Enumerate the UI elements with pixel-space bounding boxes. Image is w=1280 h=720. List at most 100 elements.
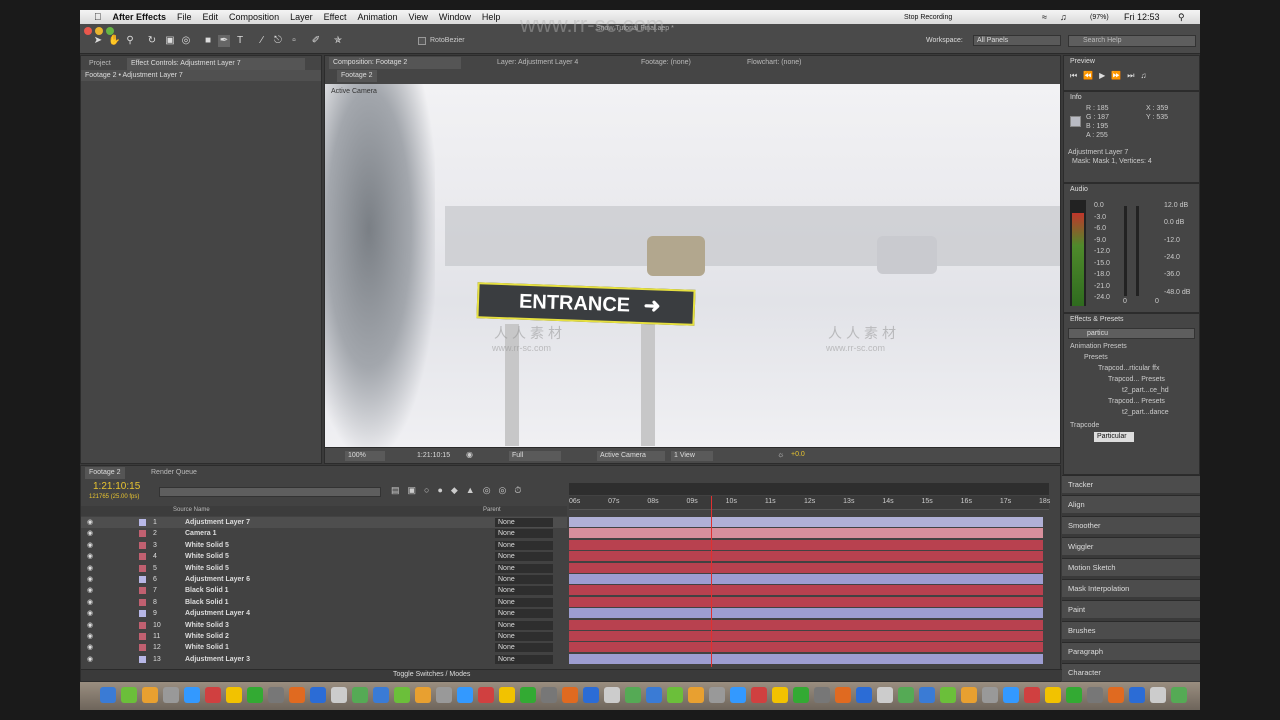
dock-app-icon[interactable] xyxy=(247,687,263,703)
layer-row[interactable]: ◉ 9 Adjustment Layer 4 None xyxy=(81,608,567,619)
layer-name[interactable]: Adjustment Layer 3 xyxy=(185,654,250,665)
dock-app-icon[interactable] xyxy=(457,687,473,703)
layer-duration-bar[interactable] xyxy=(569,562,1043,573)
dock-app-icon[interactable] xyxy=(835,687,851,703)
tree-trapcode-presets-2[interactable]: Trapcod... Presets xyxy=(1108,398,1165,405)
dock-app-icon[interactable] xyxy=(1066,687,1082,703)
dock-app-icon[interactable] xyxy=(121,687,137,703)
layer-duration-bar[interactable] xyxy=(569,517,1043,527)
parent-select[interactable]: None xyxy=(495,632,553,641)
camera-select[interactable]: Active Camera xyxy=(597,451,665,461)
timeline-search-input[interactable] xyxy=(159,487,381,497)
dock-app-icon[interactable] xyxy=(226,687,242,703)
parent-select[interactable]: None xyxy=(495,609,553,619)
toggle-switches-modes[interactable]: Toggle Switches / Modes xyxy=(393,671,470,678)
roto-brush-tool-icon[interactable]: ✐ xyxy=(310,35,322,47)
views-select[interactable]: 1 View xyxy=(671,451,713,461)
menu-animation[interactable]: Animation xyxy=(357,12,397,22)
spotlight-icon[interactable]: ⚲ xyxy=(1178,12,1185,23)
dock-app-icon[interactable] xyxy=(436,687,452,703)
label-color-swatch[interactable] xyxy=(139,633,146,640)
layer-duration-bar[interactable] xyxy=(569,653,1043,664)
layer-duration-bar[interactable] xyxy=(569,619,1043,630)
layer-row[interactable]: ◉ 6 Adjustment Layer 6 None xyxy=(81,574,567,585)
parent-select[interactable]: None xyxy=(495,597,553,607)
panel-motion-sketch[interactable]: Motion Sketch xyxy=(1062,558,1200,576)
dock-app-icon[interactable] xyxy=(1150,687,1166,703)
layer-row[interactable]: ◉ 2 Camera 1 None xyxy=(81,528,567,539)
label-color-swatch[interactable] xyxy=(139,644,146,652)
tab-flowchart[interactable]: Flowchart: (none) xyxy=(743,57,805,69)
panel-brushes[interactable]: Brushes xyxy=(1062,621,1200,639)
parent-select[interactable]: None xyxy=(495,654,553,664)
menu-effect[interactable]: Effect xyxy=(324,12,347,22)
audio-slider-left[interactable] xyxy=(1124,206,1127,296)
tab-composition[interactable]: Composition: Footage 2 xyxy=(329,57,461,69)
dock-app-icon[interactable] xyxy=(1108,687,1124,703)
tree-t2-part-dance[interactable]: t2_part...dance xyxy=(1122,409,1169,416)
label-color-swatch[interactable] xyxy=(139,553,146,561)
layer-row[interactable]: ◉ 10 White Solid 3 None xyxy=(81,620,567,631)
label-color-swatch[interactable] xyxy=(139,621,146,629)
puppet-tool-icon[interactable]: ✯ xyxy=(332,35,344,47)
label-color-swatch[interactable] xyxy=(139,530,146,538)
visibility-eye-icon[interactable]: ◉ xyxy=(87,528,93,539)
tree-particular[interactable]: Particular xyxy=(1094,432,1134,442)
layer-name[interactable]: White Solid 5 xyxy=(185,540,229,551)
snapshot-icon[interactable]: ◉ xyxy=(466,450,473,459)
dock-app-icon[interactable] xyxy=(814,687,830,703)
tab-project[interactable]: Project xyxy=(85,58,115,70)
parent-select[interactable]: None xyxy=(495,643,553,653)
menu-app[interactable]: After Effects xyxy=(113,12,167,22)
layer-name[interactable]: Adjustment Layer 6 xyxy=(185,574,250,585)
dock-app-icon[interactable] xyxy=(1045,687,1061,703)
visibility-eye-icon[interactable]: ◉ xyxy=(87,563,93,574)
menu-help[interactable]: Help xyxy=(482,12,501,22)
dock-app-icon[interactable] xyxy=(856,687,872,703)
panel-paragraph[interactable]: Paragraph xyxy=(1062,642,1200,660)
label-color-swatch[interactable] xyxy=(139,587,146,595)
dock-app-icon[interactable] xyxy=(1003,687,1019,703)
time-ruler[interactable]: 06s 07s 08s 09s 10s 11s 12s 13s 14s 15s 16s 17s 18s xyxy=(569,496,1050,510)
viewer-timecode[interactable]: 1:21:10:15 xyxy=(417,451,461,461)
rectangle-mask-tool-icon[interactable]: ■ xyxy=(202,35,214,47)
dock-app-icon[interactable] xyxy=(331,687,347,703)
parent-select[interactable]: None xyxy=(495,518,553,527)
visibility-eye-icon[interactable]: ◉ xyxy=(87,620,93,631)
apple-icon[interactable]:  xyxy=(94,12,102,23)
tree-trapcode[interactable]: Trapcode xyxy=(1070,422,1099,429)
dock-app-icon[interactable] xyxy=(205,687,221,703)
panel-mask-interpolation[interactable]: Mask Interpolation xyxy=(1062,579,1200,597)
layer-duration-bar[interactable] xyxy=(569,608,1043,619)
layer-duration-bar[interactable] xyxy=(569,528,1043,539)
visibility-eye-icon[interactable]: ◉ xyxy=(87,540,93,551)
dock-app-icon[interactable] xyxy=(667,687,683,703)
work-area-bar[interactable] xyxy=(569,483,1049,495)
timeline-timecode[interactable]: 1:21:10:15 xyxy=(93,481,140,492)
visibility-eye-icon[interactable]: ◉ xyxy=(87,574,93,585)
panel-paint[interactable]: Paint xyxy=(1062,600,1200,618)
layer-name[interactable]: White Solid 1 xyxy=(185,642,229,653)
dock-app-icon[interactable] xyxy=(919,687,935,703)
visibility-eye-icon[interactable]: ◉ xyxy=(87,517,93,528)
layer-row[interactable]: ◉ 8 Black Solid 1 None xyxy=(81,597,567,608)
dock-app-icon[interactable] xyxy=(100,687,116,703)
layer-row[interactable]: ◉ 7 Black Solid 1 None xyxy=(81,585,567,596)
tree-animation-presets[interactable]: Animation Presets xyxy=(1070,343,1127,350)
dock-app-icon[interactable] xyxy=(499,687,515,703)
tree-presets[interactable]: Presets xyxy=(1084,354,1108,361)
panel-align[interactable]: Align xyxy=(1062,495,1200,513)
dock-app-icon[interactable] xyxy=(688,687,704,703)
tree-trapcode-particular-ffx[interactable]: Trapcod...rticular ffx xyxy=(1098,365,1159,372)
parent-select[interactable]: None xyxy=(495,540,553,550)
label-color-swatch[interactable] xyxy=(139,519,146,526)
clock[interactable]: Fri 12:53 xyxy=(1124,12,1160,22)
parent-select[interactable]: None xyxy=(495,586,553,596)
layer-name[interactable]: White Solid 2 xyxy=(185,631,229,642)
dock-app-icon[interactable] xyxy=(982,687,998,703)
preview-transport-controls[interactable]: ⏮⏪▶⏩⏭♫ xyxy=(1070,71,1152,81)
subtab-footage[interactable]: Footage 2 xyxy=(337,70,377,82)
panel-character[interactable]: Character xyxy=(1062,663,1200,681)
selection-tool-icon[interactable]: ➤ xyxy=(92,35,104,47)
workspace-select[interactable]: All Panels xyxy=(973,35,1061,46)
